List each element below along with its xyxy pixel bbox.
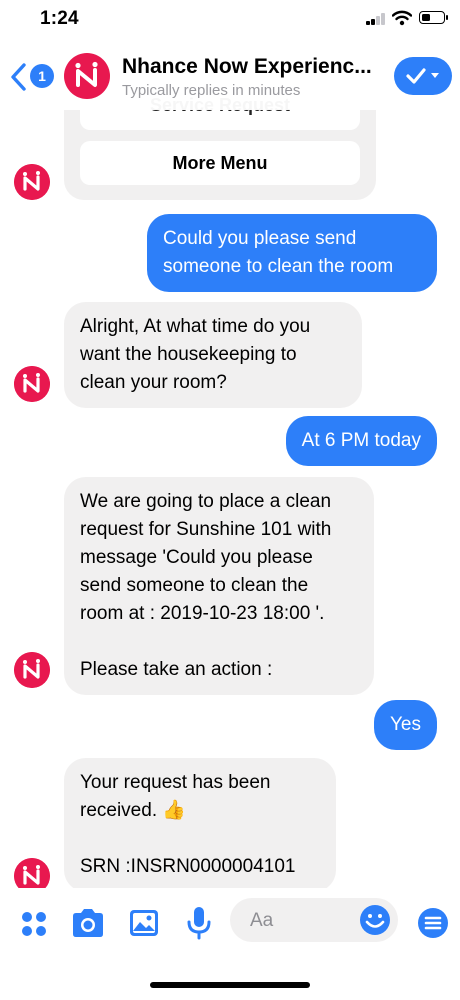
message-input-placeholder: Aa: [250, 910, 274, 931]
wifi-icon: [392, 10, 412, 26]
message-bubble-user[interactable]: Yes: [374, 700, 437, 750]
nhance-logo-icon: [14, 858, 50, 888]
bot-avatar[interactable]: [14, 164, 50, 200]
more-apps-icon[interactable]: [20, 910, 48, 938]
status-time: 1:24: [40, 8, 79, 29]
cellular-signal-icon: [366, 13, 386, 25]
bot-avatar[interactable]: [14, 652, 50, 688]
message-bubble-bot[interactable]: Alright, At what time do you want the ho…: [64, 302, 362, 408]
conversation-title[interactable]: Nhance Now Experienc...: [122, 55, 384, 79]
bot-avatar[interactable]: [14, 858, 50, 888]
more-menu-button[interactable]: More Menu: [80, 141, 360, 185]
camera-icon[interactable]: [70, 908, 106, 938]
nhance-logo-icon: [14, 652, 50, 688]
checkmark-dropdown-icon: [406, 68, 439, 84]
battery-icon: [419, 11, 448, 24]
bot-avatar[interactable]: [14, 366, 50, 402]
emoji-icon[interactable]: [358, 903, 392, 937]
microphone-icon[interactable]: [186, 906, 212, 940]
message-bubble-bot[interactable]: We are going to place a clean request fo…: [64, 477, 374, 695]
chat-thread: Service Request More Menu Could you plea…: [0, 0, 460, 888]
message-bubble-bot[interactable]: Your request has been received. 👍 SRN :I…: [64, 758, 336, 888]
page-avatar-icon[interactable]: [64, 53, 110, 99]
unread-badge[interactable]: 1: [30, 64, 54, 88]
home-indicator[interactable]: [150, 982, 310, 988]
nhance-logo-icon: [14, 164, 50, 200]
back-chevron-icon[interactable]: [8, 62, 28, 92]
conversation-header: 1 Nhance Now Experienc... Typically repl…: [0, 40, 460, 110]
message-bubble-user[interactable]: Could you please send someone to clean t…: [147, 214, 437, 292]
status-bar: 1:24: [0, 0, 460, 40]
check-dropdown-button[interactable]: [394, 57, 452, 95]
photo-gallery-icon[interactable]: [128, 908, 160, 938]
nhance-logo-icon: [14, 366, 50, 402]
conversation-subtitle: Typically replies in minutes: [122, 82, 301, 99]
message-bubble-user[interactable]: At 6 PM today: [285, 416, 437, 466]
message-input[interactable]: Aa: [230, 898, 398, 942]
composer-bar: Aa: [0, 888, 460, 1000]
menu-icon[interactable]: [417, 907, 449, 939]
